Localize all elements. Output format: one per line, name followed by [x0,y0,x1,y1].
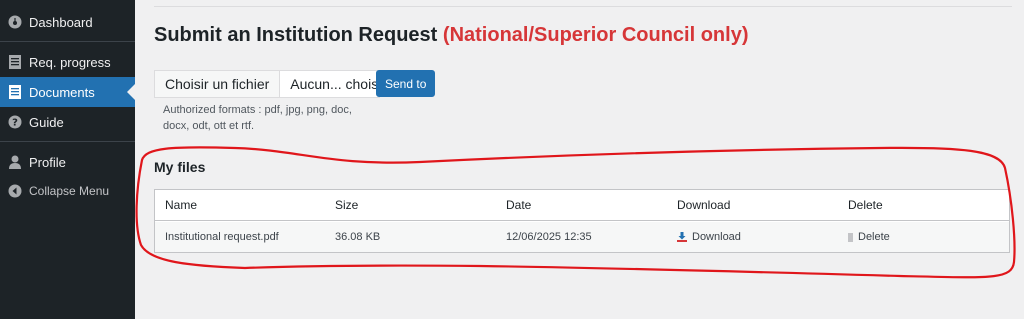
page-title: Submit an Institution Request (National/… [154,24,748,47]
title-bold: Institution Request [256,24,438,46]
file-size: 36.08 KB [335,231,381,243]
collapse-menu-button[interactable]: Collapse Menu [0,176,135,206]
file-input[interactable]: Choisir un fichier Aucun... choisi [154,70,381,98]
download-label: Download [692,231,741,243]
collapse-menu-label: Collapse Menu [29,184,110,198]
file-name-link[interactable]: Institutional request.pdf [165,222,279,252]
send-button[interactable]: Send to [376,70,436,97]
title-prefix: Submit an [154,24,257,46]
document-icon [7,54,23,70]
column-header-date: Date [506,198,532,212]
sidebar-item-profile[interactable]: Profile [0,147,135,177]
file-date: 12/06/2025 12:35 [506,231,592,243]
sidebar-item-label: Profile [29,154,66,170]
sidebar-item-label: Dashboard [29,14,93,30]
table-row: Institutional request.pdf 36.08 KB 12/06… [155,222,1009,252]
admin-sidebar: Dashboard Req. progress Documents ? Guid… [0,0,135,319]
column-header-download: Download [677,198,731,212]
column-header-size: Size [335,198,359,212]
column-header-delete: Delete [848,198,883,212]
authorized-formats-note: Authorized formats : pdf, jpg, png, doc,… [163,104,352,132]
sidebar-item-guide[interactable]: ? Guide [0,107,135,137]
sidebar-divider [0,41,135,42]
documents-icon [7,84,23,100]
sidebar-item-label: Documents [29,84,95,100]
trash-icon [848,232,853,242]
download-icon [677,232,687,242]
collapse-arrow-icon [7,183,23,199]
dashboard-icon [7,14,23,30]
sidebar-item-label: Req. progress [29,54,111,70]
choose-file-button[interactable]: Choisir un fichier [154,70,281,98]
delete-link[interactable]: Delete [848,222,890,252]
files-table: Name Size Date Download Delete Instituti… [154,189,1010,253]
svg-text:?: ? [12,118,18,129]
delete-label: Delete [858,231,890,243]
my-files-heading: My files [154,159,206,175]
column-header-name: Name [165,198,198,212]
table-header: Name Size Date Download Delete [155,190,1009,221]
title-restriction-note: (National/Superior Council only) [442,24,749,46]
sidebar-item-documents[interactable]: Documents [0,77,135,107]
top-divider [154,6,1012,7]
selected-file-name: Aucun... choisi [280,70,381,98]
sidebar-item-label: Guide [29,114,64,130]
user-icon [7,154,23,170]
help-icon: ? [7,114,23,130]
sidebar-divider [0,141,135,142]
download-link[interactable]: Download [677,222,741,252]
sidebar-item-req-progress[interactable]: Req. progress [0,47,135,77]
sidebar-item-dashboard[interactable]: Dashboard [0,7,135,37]
